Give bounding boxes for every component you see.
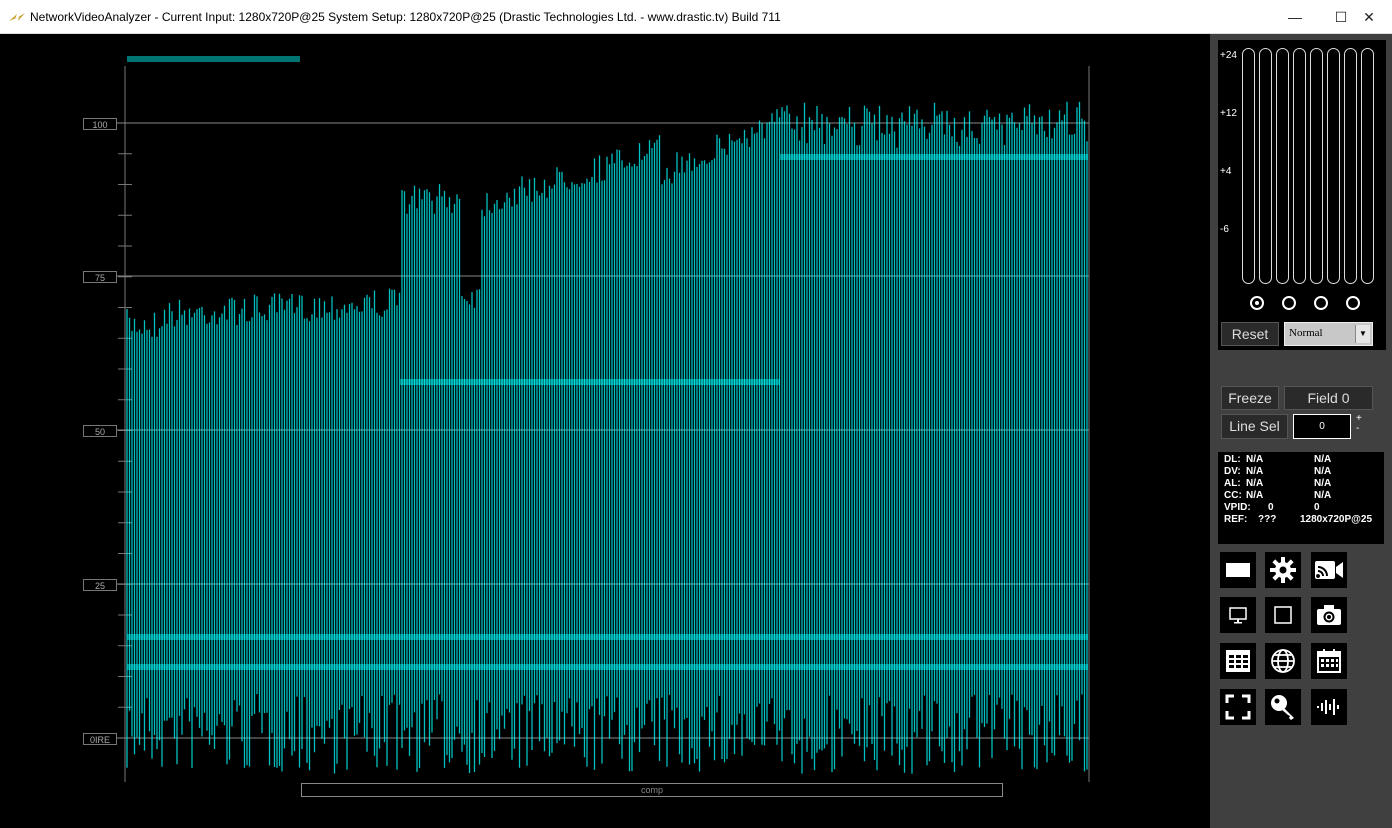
- line-select-button[interactable]: Line Sel: [1221, 414, 1288, 439]
- fullscreen-icon[interactable]: [1220, 689, 1256, 725]
- close-button[interactable]: ✕: [1346, 0, 1392, 34]
- graticule-label-75: 75: [83, 271, 117, 283]
- audio-channel-meter: [1259, 48, 1272, 284]
- monitor-icon[interactable]: [1220, 597, 1256, 633]
- graticule-label-100: 100: [83, 118, 117, 130]
- stream-camera-icon[interactable]: [1311, 552, 1347, 588]
- table-icon[interactable]: [1220, 643, 1256, 679]
- calendar-icon[interactable]: [1311, 643, 1347, 679]
- app-logo-icon: [9, 13, 25, 21]
- info-row: DL: N/A N/A: [1224, 454, 1332, 465]
- title-bar: NetworkVideoAnalyzer - Current Input: 12…: [0, 0, 1392, 34]
- audio-channel-meter: [1344, 48, 1357, 284]
- graticule-label-50: 50: [83, 425, 117, 437]
- info-row: REF: ??? 1280x720P@25: [1224, 514, 1373, 525]
- audio-channel-meter: [1293, 48, 1306, 284]
- waveform-trace: [126, 56, 1088, 774]
- audio-channel-meter: [1327, 48, 1340, 284]
- info-row: AL: N/A N/A: [1224, 478, 1332, 489]
- square-icon[interactable]: [1265, 597, 1301, 633]
- mode-select[interactable]: Normal ▼: [1284, 322, 1373, 346]
- graticule-label-25: 25: [83, 579, 117, 591]
- info-row: VPID: 00: [1224, 502, 1320, 513]
- waveform-band: [127, 664, 1088, 670]
- settings-gear-icon[interactable]: [1265, 552, 1301, 588]
- audio-meters: +24 +12 +4 -6: [1218, 40, 1386, 350]
- component-scrollbar[interactable]: comp: [301, 783, 1003, 797]
- waveform-band: [127, 56, 300, 62]
- minimize-button[interactable]: —: [1272, 0, 1318, 34]
- waveform-band: [400, 379, 780, 385]
- reset-button[interactable]: Reset: [1221, 322, 1279, 346]
- globe-icon[interactable]: [1265, 643, 1301, 679]
- field-button[interactable]: Field 0: [1284, 386, 1373, 410]
- graticule-label-0ire: 0IRE: [83, 733, 117, 745]
- audio-channel-meter: [1276, 48, 1289, 284]
- meter-scale-label: +12: [1220, 108, 1237, 119]
- display-mode-icon[interactable]: [1220, 552, 1256, 588]
- waveform-band: [127, 634, 1088, 640]
- meter-scale-label: +24: [1220, 50, 1237, 61]
- snapshot-camera-icon[interactable]: [1311, 597, 1347, 633]
- audio-channel-meter: [1310, 48, 1323, 284]
- mode-select-value: Normal: [1289, 327, 1323, 339]
- waveform-graticule: [117, 56, 1090, 782]
- chevron-down-icon[interactable]: ▼: [1355, 325, 1370, 343]
- meter-scale-label: -6: [1220, 224, 1229, 235]
- line-number-input[interactable]: 0: [1293, 414, 1351, 439]
- waveform-scope: 100 75 50 25 0IRE comp: [0, 34, 1210, 828]
- waveform-trace-streaks: [126, 101, 1088, 774]
- info-row: DV: N/A N/A: [1224, 466, 1332, 477]
- window-title: NetworkVideoAnalyzer - Current Input: 12…: [30, 10, 781, 24]
- audio-channel-meter: [1242, 48, 1255, 284]
- audio-pair-selector[interactable]: [1314, 296, 1328, 310]
- info-row: CC: N/A N/A: [1224, 490, 1332, 501]
- waveform-band: [780, 154, 1088, 160]
- audio-pair-selector[interactable]: [1282, 296, 1296, 310]
- audio-waveform-icon[interactable]: [1311, 689, 1347, 725]
- search-key-icon[interactable]: [1265, 689, 1301, 725]
- audio-pair-selector[interactable]: [1346, 296, 1360, 310]
- signal-info: DL: N/A N/A DV: N/A N/A AL: N/A N/A CC: N/A…: [1218, 452, 1384, 544]
- audio-channel-meter: [1361, 48, 1374, 284]
- audio-pair-selector[interactable]: [1250, 296, 1264, 310]
- meter-scale-label: +4: [1220, 166, 1232, 177]
- line-stepper[interactable]: + -: [1356, 414, 1362, 434]
- freeze-button[interactable]: Freeze: [1221, 386, 1279, 410]
- line-decrement[interactable]: -: [1356, 424, 1362, 434]
